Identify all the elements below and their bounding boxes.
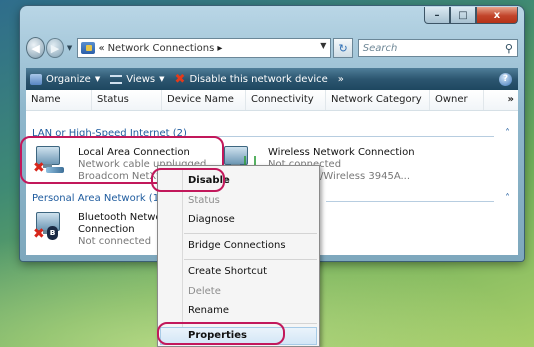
column-header-status[interactable]: Status <box>92 90 162 110</box>
address-path-arrow-icon[interactable]: ▸ <box>217 43 222 54</box>
column-header-connectivity[interactable]: Connectivity <box>246 90 326 110</box>
annotation-highlight-disable <box>151 168 225 192</box>
disable-device-label: Disable this network device <box>189 73 328 85</box>
address-path[interactable]: Network Connections <box>108 43 215 54</box>
connection-name-line2: Connection <box>78 224 135 235</box>
column-header-name[interactable]: Name <box>26 90 92 110</box>
organize-button[interactable]: Organize ▼ <box>30 73 101 85</box>
bluetooth-icon: ʙ <box>47 226 58 240</box>
address-bar-row: ◀ ▶ ▼ « Network Connections ▸ ▼ ↻ Search… <box>26 37 518 59</box>
views-label: Views <box>126 73 156 85</box>
group-divider <box>176 136 494 137</box>
group-divider <box>326 201 494 202</box>
annotation-highlight-properties <box>157 322 285 345</box>
menu-item-bridge-connections[interactable]: Bridge Connections <box>188 237 286 255</box>
column-headers: Name Status Device Name Connectivity Net… <box>26 90 518 111</box>
menu-item-diagnose[interactable]: Diagnose <box>188 211 235 229</box>
address-field[interactable]: « Network Connections ▸ ▼ <box>77 38 332 58</box>
connection-name-line1: Bluetooth Netwo <box>78 212 162 223</box>
red-x-icon: ✖ <box>33 226 45 242</box>
bluetooth-connection-icon: ✖ ʙ <box>33 212 64 242</box>
views-icon <box>110 75 123 84</box>
close-button[interactable]: x <box>476 7 518 24</box>
column-header-network-category[interactable]: Network Category <box>326 90 430 110</box>
context-menu: Disable Status Diagnose Bridge Connectio… <box>157 165 320 347</box>
recent-pages-dropdown-icon[interactable]: ▼ <box>67 44 76 52</box>
address-prefix[interactable]: « <box>98 43 104 54</box>
refresh-icon: ↻ <box>338 41 348 55</box>
organize-icon <box>30 73 42 85</box>
menu-item-delete[interactable]: Delete <box>188 283 221 301</box>
column-header-owner[interactable]: Owner <box>430 90 484 110</box>
title-bar[interactable]: – □ x <box>20 6 524 30</box>
search-icon[interactable]: ⚲ <box>505 42 513 55</box>
connection-name: Wireless Network Connection <box>268 147 415 158</box>
chevron-up-icon[interactable]: ˄ <box>505 128 510 139</box>
toolbar-overflow-icon: » <box>337 73 344 85</box>
search-input[interactable]: Search ⚲ <box>357 39 518 57</box>
help-icon[interactable]: ? <box>499 72 512 86</box>
forward-arrow-icon: ▶ <box>50 41 60 55</box>
group-header-pan-label: Personal Area Network (1) <box>32 193 163 204</box>
forward-button[interactable]: ▶ <box>46 38 64 58</box>
column-header-device-name[interactable]: Device Name <box>162 90 246 110</box>
chevron-down-icon: ▼ <box>159 75 165 83</box>
back-button[interactable]: ◀ <box>26 37 46 59</box>
back-arrow-icon: ◀ <box>31 41 40 55</box>
address-dropdown-icon[interactable]: ▼ <box>320 41 326 50</box>
chevron-up-icon[interactable]: ˄ <box>505 193 510 204</box>
organize-label: Organize <box>46 73 91 85</box>
search-placeholder: Search <box>362 42 398 54</box>
menu-item-create-shortcut[interactable]: Create Shortcut <box>188 263 267 281</box>
refresh-button[interactable]: ↻ <box>333 38 353 58</box>
minimize-button[interactable]: – <box>424 7 450 24</box>
more-columns-icon[interactable]: » <box>508 90 514 110</box>
menu-item-status[interactable]: Status <box>188 192 220 210</box>
bluetooth-network-connection-item[interactable]: Bluetooth Netwo Connection Not connected <box>78 212 162 248</box>
network-folder-icon <box>81 42 96 54</box>
menu-separator <box>184 233 317 234</box>
connection-status: Not connected <box>78 236 152 247</box>
chevron-down-icon: ▼ <box>94 75 101 83</box>
menu-item-rename[interactable]: Rename <box>188 302 229 320</box>
maximize-button[interactable]: □ <box>450 7 476 24</box>
views-button[interactable]: Views ▼ <box>110 73 165 85</box>
command-bar: Organize ▼ Views ▼ ✖ Disable this networ… <box>26 68 518 90</box>
toolbar-overflow-button[interactable]: » <box>338 74 344 85</box>
red-x-icon: ✖ <box>174 71 186 87</box>
disable-device-button[interactable]: ✖ Disable this network device <box>174 71 328 87</box>
menu-separator <box>184 259 317 260</box>
caption-buttons: – □ x <box>424 7 518 24</box>
